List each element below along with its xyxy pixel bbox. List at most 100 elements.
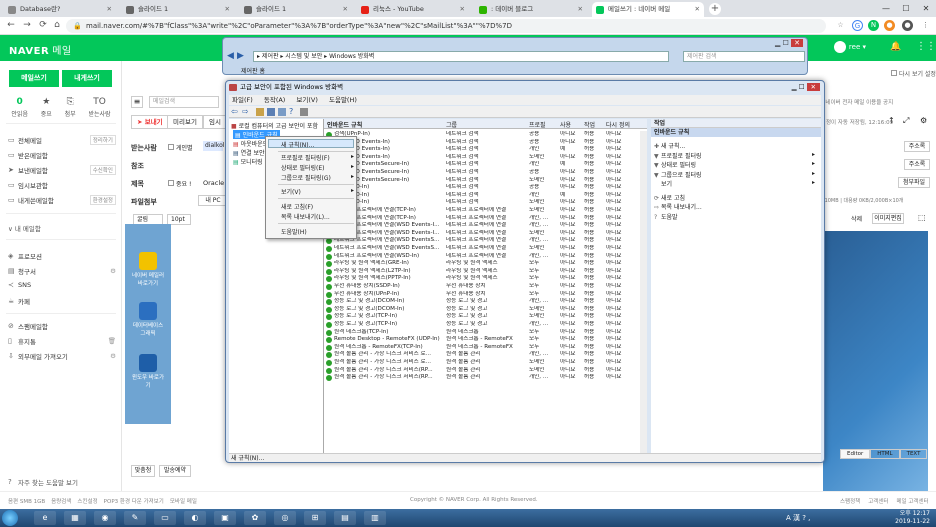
action-item[interactable]: ▼ 그룹으로 필터링 ▸	[654, 170, 818, 179]
footer-link[interactable]: 고객센터	[868, 497, 888, 505]
gear-icon[interactable]: ⚙	[110, 352, 116, 360]
upload-icon[interactable]: ↑	[888, 116, 895, 125]
browser-tab[interactable]: 슬라이드 1 ✕	[122, 2, 234, 17]
folder-up-icon[interactable]	[256, 108, 264, 116]
address-book-button[interactable]: 주소록	[904, 141, 930, 152]
save-temp-button[interactable]: 임시	[203, 115, 227, 129]
expand-icon[interactable]: ⤢	[903, 116, 909, 126]
mailbox-inbox[interactable]: ▭ 받은메일함	[8, 150, 116, 160]
desktop-shortcut[interactable]: 데이터베이스 그래픽	[131, 302, 165, 337]
scrollbar[interactable]	[640, 131, 647, 453]
footer-link[interactable]: 음량검색	[51, 497, 71, 505]
send-button[interactable]: ➤ 보내기	[131, 115, 169, 129]
explorer-icon[interactable]: ▦	[64, 511, 86, 525]
user-menu[interactable]: ree ▾	[833, 41, 866, 53]
app-icon[interactable]: ✎	[124, 511, 146, 525]
context-item-view[interactable]: 보기(V) ▸	[281, 187, 354, 196]
app-icon[interactable]: ◎	[274, 511, 296, 525]
taskbar-clock[interactable]: 오후 12:17 2019-11-22	[895, 510, 930, 526]
back-icon[interactable]: ←	[4, 18, 18, 32]
cmd-icon[interactable]: ▭	[154, 511, 176, 525]
properties-icon[interactable]	[300, 108, 308, 116]
write-to-self-button[interactable]: 내게쓰기	[62, 70, 112, 87]
table-row[interactable]: 네트워크 프로젝터에 연결(WSD Events-I... 네트워크 프로젝터에 …	[324, 230, 647, 238]
action-item[interactable]: ⟳ 새로 고침	[654, 193, 818, 202]
quick-filter-unread[interactable]: 0 안읽음	[11, 97, 28, 118]
footer-link[interactable]: 스킨설정	[77, 497, 97, 505]
quick-filter-attachment[interactable]: ⎘ 첨부	[65, 97, 76, 118]
table-row[interactable]: 검색(WSD EventsSecure-In) 네트워크 검색 개인 예 허용 아니요	[324, 161, 647, 169]
forward-icon[interactable]: ▶	[237, 51, 244, 61]
table-row[interactable]: 성능 로그 및 경고(DCOM-In) 성능 로그 및 경고 도메인 아니요 허용 아니요	[324, 306, 647, 314]
browser-tab[interactable]: 슬라이드 1 ✕	[240, 2, 352, 17]
menu-action[interactable]: 동작(A)	[264, 96, 285, 104]
browser-tab[interactable]: : 데이버 블로그 ✕	[475, 2, 587, 17]
to-recipient-chip[interactable]: dialkol	[203, 141, 224, 151]
browser-tab[interactable]: Database란? ✕	[4, 2, 116, 17]
naver-extension-icon[interactable]: N	[868, 20, 879, 31]
image-icon[interactable]: ⬚	[918, 213, 926, 222]
table-row[interactable]: 검색(UPnP-In) 네트워크 검색 공용 아니요 허용 아니요	[324, 131, 647, 139]
profile-icon[interactable]: ●	[902, 20, 913, 31]
table-row[interactable]: 라우팅 및 원격 액세스(GRE-In) 라우팅 및 원격 액세스 모두 아니요 허용 아…	[324, 260, 647, 268]
app-icon[interactable]: ◐	[184, 511, 206, 525]
forward-icon[interactable]: →	[20, 18, 34, 32]
column-header-profile[interactable]: 프로필	[529, 120, 546, 129]
maximize-icon[interactable]: ☐	[799, 83, 805, 91]
table-row[interactable]: 성능 로그 및 경고(TCP-In) 성능 로그 및 경고 도메인 아니요 허용 아니요	[324, 313, 647, 321]
minimize-icon[interactable]: ▁	[792, 83, 797, 91]
context-item-filter-state[interactable]: 상태로 필터링(E) ▸	[281, 163, 354, 172]
table-row[interactable]: 원격 볼륨 관리 - 가상 디스크 서비스 로... 원격 볼륨 관리 개인, ..…	[324, 351, 647, 359]
tab-editor[interactable]: Editor	[840, 449, 871, 459]
footer-link[interactable]: POP3 환경 다운 가져보기	[104, 497, 164, 505]
extension-icon[interactable]: ●	[884, 20, 895, 31]
context-item-filter-profile[interactable]: 프로필로 필터링(F) ▸	[281, 153, 354, 162]
my-pc-button[interactable]: 내 PC	[198, 195, 228, 206]
tree-outbound-rules[interactable]: ▤ 아웃바운드	[233, 139, 268, 148]
table-row[interactable]: 라우팅 및 원격 액세스(PPTP-In) 라우팅 및 원격 액세스 모두 아니요 허용…	[324, 275, 647, 283]
delete-button[interactable]: 삭제	[851, 214, 862, 223]
ie-icon[interactable]: e	[34, 511, 56, 525]
refresh-icon[interactable]	[278, 108, 286, 116]
table-row[interactable]: 원격 볼륨 관리 - 가상 디스크 서비스(RP... 원격 볼륨 관리 도메인 아니…	[324, 367, 647, 375]
close-icon[interactable]: ✕	[578, 2, 583, 17]
menu-help[interactable]: 도움말(H)	[329, 96, 357, 104]
mailbox-cafe[interactable]: ☕ 카페	[8, 296, 116, 306]
action-item[interactable]: 보기 ▸	[654, 179, 818, 188]
table-row[interactable]: 네트워크 프로젝터에 연결(WSD EventsS... 네트워크 프로젝터에 연…	[324, 245, 647, 253]
quick-filter-to-me[interactable]: TO 받는사람	[89, 97, 111, 118]
menu-view[interactable]: 보기(V)	[296, 96, 317, 104]
table-row[interactable]: 검색(WSD Events-In) 네트워크 검색 개인 예 허용 아니요	[324, 146, 647, 154]
quick-filter-important[interactable]: ★ 중요	[41, 97, 52, 118]
minimize-icon[interactable]: —	[876, 0, 896, 17]
table-row[interactable]: 검색(WSD-In)네트워크 검색도메인아니요허용아니요	[324, 199, 647, 207]
action-item[interactable]: ▼ 상태로 필터링 ▸	[654, 160, 818, 169]
app-icon[interactable]: ▣	[214, 511, 236, 525]
action-item[interactable]: ▼ 프로필로 필터링 ▸	[654, 151, 818, 160]
firewall-taskbar-icon[interactable]: ▥	[364, 511, 386, 525]
star-icon[interactable]: ☆	[835, 20, 846, 31]
minimize-icon[interactable]: ▁	[775, 39, 780, 47]
tab-html[interactable]: HTML	[870, 449, 900, 459]
address-bar[interactable]: 🔒 mail.naver.com/#%7B"fClass"%3A"write"%…	[66, 19, 826, 33]
table-row[interactable]: 검색(WSD Events-In) 네트워크 검색 공용 아니요 허용 아니요	[324, 139, 647, 147]
table-row[interactable]: 원격 데스크톱(TCP-In) 원격 데스크톱 모두 아니요 허용 아니요	[324, 329, 647, 337]
home-icon[interactable]: ⌂	[50, 18, 64, 32]
column-header-group[interactable]: 그룹	[446, 120, 457, 129]
subject-input[interactable]: Oracle	[203, 179, 224, 187]
mail-search-input[interactable]: 메일검색	[149, 96, 219, 108]
mailbox-action[interactable]: 정리하기	[89, 135, 116, 145]
system-tray[interactable]: A 漢 ? ,	[786, 513, 810, 523]
new-tab-button[interactable]: +	[709, 3, 721, 15]
close-icon[interactable]: ✕	[695, 2, 700, 17]
control-panel-search[interactable]: 제어판 검색	[683, 51, 805, 62]
action-item[interactable]: ? 도움말	[654, 212, 818, 221]
context-item-filter-group[interactable]: 그룹으로 필터링(G) ▸	[281, 173, 354, 182]
table-row[interactable]: 네트워크 프로젝터에 연결(WSD-In) 네트워크 프로젝터에 연결 개인, ..…	[324, 253, 647, 261]
table-row[interactable]: 원격 볼륨 관리 - 가상 디스크 서비스 로... 원격 볼륨 관리 도메인 아니요…	[324, 359, 647, 367]
close-icon[interactable]: ✕	[916, 0, 936, 17]
action-item[interactable]: ⇨ 목록 내보내기...	[654, 202, 818, 211]
extension-icon[interactable]: G	[852, 20, 863, 31]
table-row[interactable]: 검색(WSD-In)네트워크 검색개인예허용아니요	[324, 192, 647, 200]
table-row[interactable]: 검색(WSD Events-In) 네트워크 검색 도메인 아니요 허용 아니요	[324, 154, 647, 162]
